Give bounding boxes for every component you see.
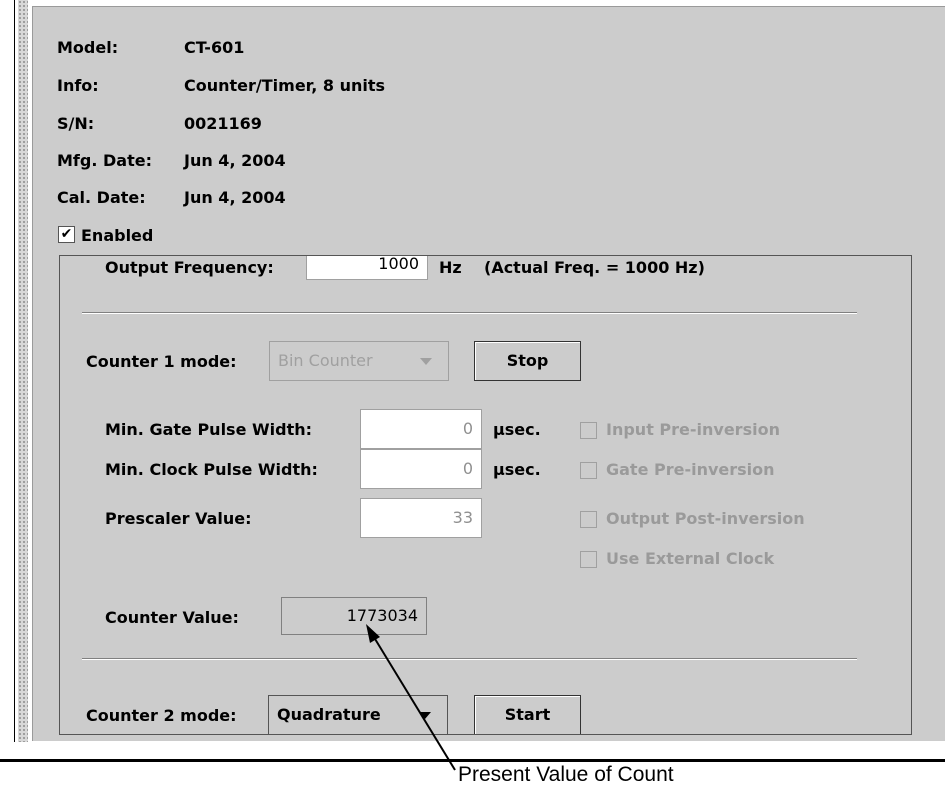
annotation-label: Present Value of Count bbox=[458, 763, 674, 786]
callout-line bbox=[371, 633, 456, 771]
arrowhead-icon bbox=[366, 624, 380, 643]
callout-arrow bbox=[366, 624, 456, 771]
